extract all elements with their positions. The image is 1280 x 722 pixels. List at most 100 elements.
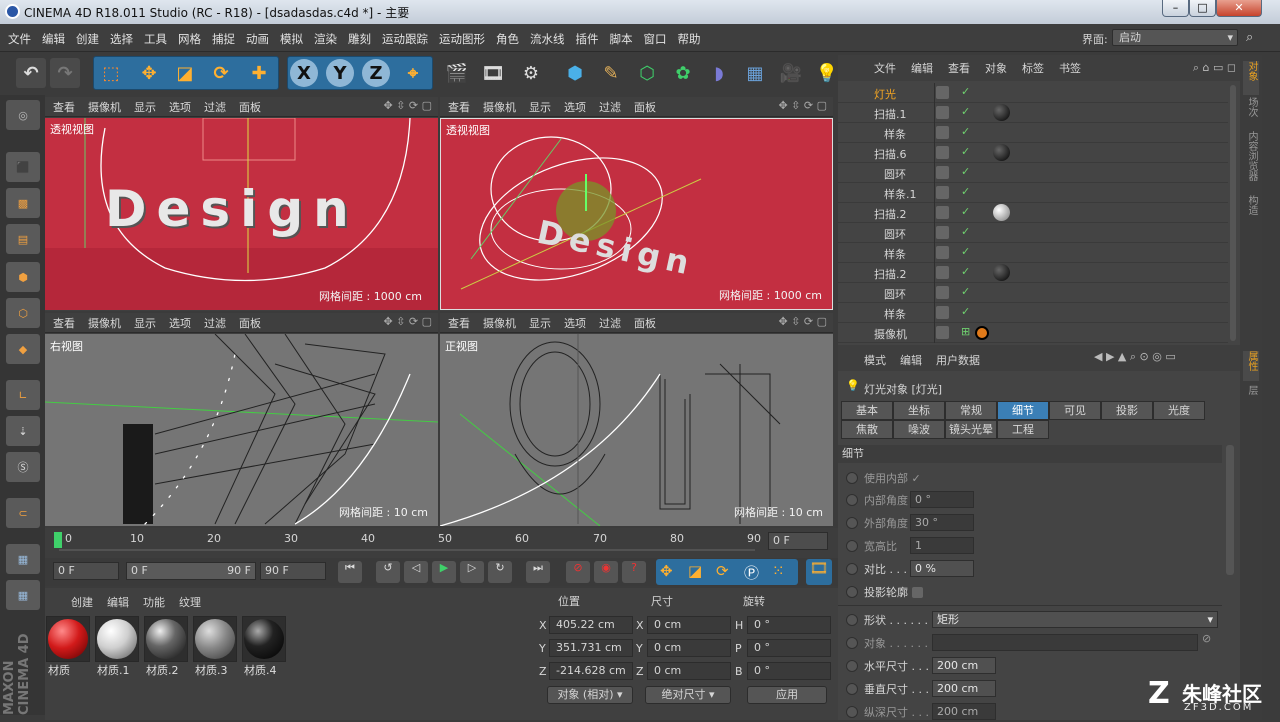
material-swatch[interactable] <box>46 616 90 662</box>
viewport-nav-icons[interactable]: ✥ ⇳ ⟳ ▢ <box>383 315 432 328</box>
vp-menu-options[interactable]: 选项 <box>169 315 191 331</box>
menu-animate[interactable]: 动画 <box>246 31 269 47</box>
apply-button[interactable]: 应用 <box>747 686 827 704</box>
vp-menu-display[interactable]: 显示 <box>134 99 156 115</box>
om-menu-edit[interactable]: 编辑 <box>911 60 933 76</box>
am-menu-mode[interactable]: 模式 <box>864 352 886 368</box>
rotation-p-field[interactable]: 0 ° <box>747 639 831 657</box>
object-row-sweep2[interactable]: 扫描.2 ✓ <box>838 203 1228 223</box>
key-position-icon[interactable]: ✥ <box>660 562 673 580</box>
viewport-canvas[interactable]: 正视图 网格间距 : 10 cm <box>440 334 833 526</box>
tab-attributes[interactable]: 属性 <box>1243 351 1259 381</box>
viewport-solo-icon[interactable]: ◎ <box>6 100 40 130</box>
menu-select[interactable]: 选择 <box>110 31 133 47</box>
tab-details[interactable]: 细节 <box>997 401 1049 420</box>
close-button[interactable]: ✕ <box>1216 0 1262 17</box>
vp-menu-panel[interactable]: 面板 <box>239 99 261 115</box>
object-row-spline[interactable]: 样条 ✓ <box>838 243 1228 263</box>
viewport-canvas[interactable]: Design 透视视图 网格间距 : 1000 cm <box>440 118 833 310</box>
mat-menu-edit[interactable]: 编辑 <box>107 594 129 610</box>
outer-angle-field[interactable]: 30 ° <box>910 514 974 531</box>
vp-menu-filter[interactable]: 过滤 <box>599 315 621 331</box>
magnet-icon[interactable]: ⊂ <box>6 498 40 528</box>
rotate-icon[interactable]: ⟳ <box>206 58 236 88</box>
tab-general[interactable]: 常规 <box>945 401 997 420</box>
inner-angle-field[interactable]: 0 ° <box>910 491 974 508</box>
edges-mode-icon[interactable]: ⬡ <box>6 298 40 328</box>
undo-icon[interactable]: ↶ <box>16 58 46 88</box>
size-y-field[interactable]: 0 cm <box>647 639 731 657</box>
previous-frame-icon[interactable]: ◁ <box>404 561 428 583</box>
pen-icon[interactable]: ✎ <box>596 58 626 88</box>
camera-icon[interactable]: 🎥 <box>776 58 806 88</box>
tweak-mode-icon[interactable]: ⇣ <box>6 416 40 446</box>
layout-select[interactable]: 启动 ▾ <box>1112 29 1238 46</box>
auto-keying-icon[interactable]: ◉ <box>594 561 618 583</box>
vp-menu-camera[interactable]: 摄像机 <box>88 315 121 331</box>
vertical-size-field[interactable]: 200 cm <box>932 680 996 697</box>
link-target-icon[interactable]: ⊘ <box>1202 632 1211 645</box>
vp-menu-filter[interactable]: 过滤 <box>204 315 226 331</box>
material-swatch[interactable] <box>144 616 188 662</box>
scale-icon[interactable]: ◪ <box>170 58 200 88</box>
model-mode-icon[interactable]: ⬛ <box>6 152 40 182</box>
move-icon[interactable]: ✥ <box>134 58 164 88</box>
object-row-circle[interactable]: 圆环 ✓ <box>838 223 1228 243</box>
position-y-field[interactable]: 351.731 cm <box>549 639 633 657</box>
object-row-camera[interactable]: 摄像机 ⊞ <box>838 323 1228 343</box>
coordinate-system-icon[interactable]: ⌖ <box>398 58 428 88</box>
vp-menu-display[interactable]: 显示 <box>134 315 156 331</box>
am-menu-edit[interactable]: 编辑 <box>900 352 922 368</box>
tab-layers[interactable]: 层 <box>1243 385 1259 405</box>
menu-script[interactable]: 脚本 <box>610 31 633 47</box>
vp-menu-view[interactable]: 查看 <box>53 315 75 331</box>
material-swatch[interactable] <box>193 616 237 662</box>
next-frame-icon[interactable]: ▷ <box>460 561 484 583</box>
tab-basic[interactable]: 基本 <box>841 401 893 420</box>
viewport-canvas[interactable]: Design 透视视图 网格间距 : 1000 cm <box>45 118 438 310</box>
aspect-ratio-field[interactable]: 1 <box>910 537 974 554</box>
key-point-level-icon[interactable]: ⁙ <box>772 562 785 580</box>
mat-menu-function[interactable]: 功能 <box>143 594 165 610</box>
timeline[interactable]: 0 10 20 30 40 50 60 70 80 90 0 F <box>45 528 838 558</box>
tab-project[interactable]: 工程 <box>997 420 1049 439</box>
menu-render[interactable]: 渲染 <box>314 31 337 47</box>
vp-menu-panel[interactable]: 面板 <box>634 315 656 331</box>
object-row-sweep2b[interactable]: 扫描.2 ✓ <box>838 263 1228 283</box>
search-icon[interactable]: ⌕ <box>1246 30 1253 45</box>
menu-window[interactable]: 窗口 <box>644 31 667 47</box>
record-keys-icon[interactable]: ⊘ <box>566 561 590 583</box>
om-menu-tags[interactable]: 标签 <box>1022 60 1044 76</box>
tab-caustics[interactable]: 焦散 <box>841 420 893 439</box>
menu-mograph[interactable]: 运动图形 <box>439 31 485 47</box>
menu-motion-tracking[interactable]: 运动跟踪 <box>382 31 428 47</box>
object-link-field[interactable] <box>932 634 1198 651</box>
vp-menu-filter[interactable]: 过滤 <box>599 99 621 115</box>
floor-icon[interactable]: ▦ <box>740 58 770 88</box>
key-scale-icon[interactable]: ◪ <box>688 562 702 580</box>
tab-content-browser[interactable]: 内容浏览器 <box>1243 131 1259 191</box>
size-z-field[interactable]: 0 cm <box>647 662 731 680</box>
material-tag[interactable] <box>993 204 1010 221</box>
deformer-icon[interactable]: ◗ <box>704 58 734 88</box>
shadow-caster-checkbox[interactable] <box>911 586 923 598</box>
next-key-icon[interactable]: ↻ <box>488 561 512 583</box>
am-menu-user-data[interactable]: 用户数据 <box>936 352 980 368</box>
live-selection-icon[interactable]: ⬚ <box>96 58 126 88</box>
key-parameter-icon[interactable]: Ⓟ <box>744 562 759 583</box>
menu-tools[interactable]: 工具 <box>144 31 167 47</box>
menu-pipeline[interactable]: 流水线 <box>530 31 565 47</box>
position-z-field[interactable]: -214.628 cm <box>549 662 633 680</box>
om-menu-objects[interactable]: 对象 <box>985 60 1007 76</box>
render-settings-icon[interactable]: ⚙ <box>516 58 546 88</box>
object-row-spline[interactable]: 样条 ✓ <box>838 123 1228 143</box>
om-menu-file[interactable]: 文件 <box>874 60 896 76</box>
object-row-sweep1[interactable]: 扫描.1 ✓ <box>838 103 1228 123</box>
vp-menu-filter[interactable]: 过滤 <box>204 99 226 115</box>
current-frame-field[interactable]: 0 F <box>768 532 828 550</box>
am-nav-icons[interactable]: ◀ ▶ ▲ ⌕ ⊙ ◎ ▭ <box>1094 350 1176 364</box>
material-swatch[interactable] <box>242 616 286 662</box>
rotation-h-field[interactable]: 0 ° <box>747 616 831 634</box>
attribute-scrollbar[interactable] <box>1226 445 1234 575</box>
size-mode-select[interactable]: 绝对尺寸 ▾ <box>645 686 731 704</box>
